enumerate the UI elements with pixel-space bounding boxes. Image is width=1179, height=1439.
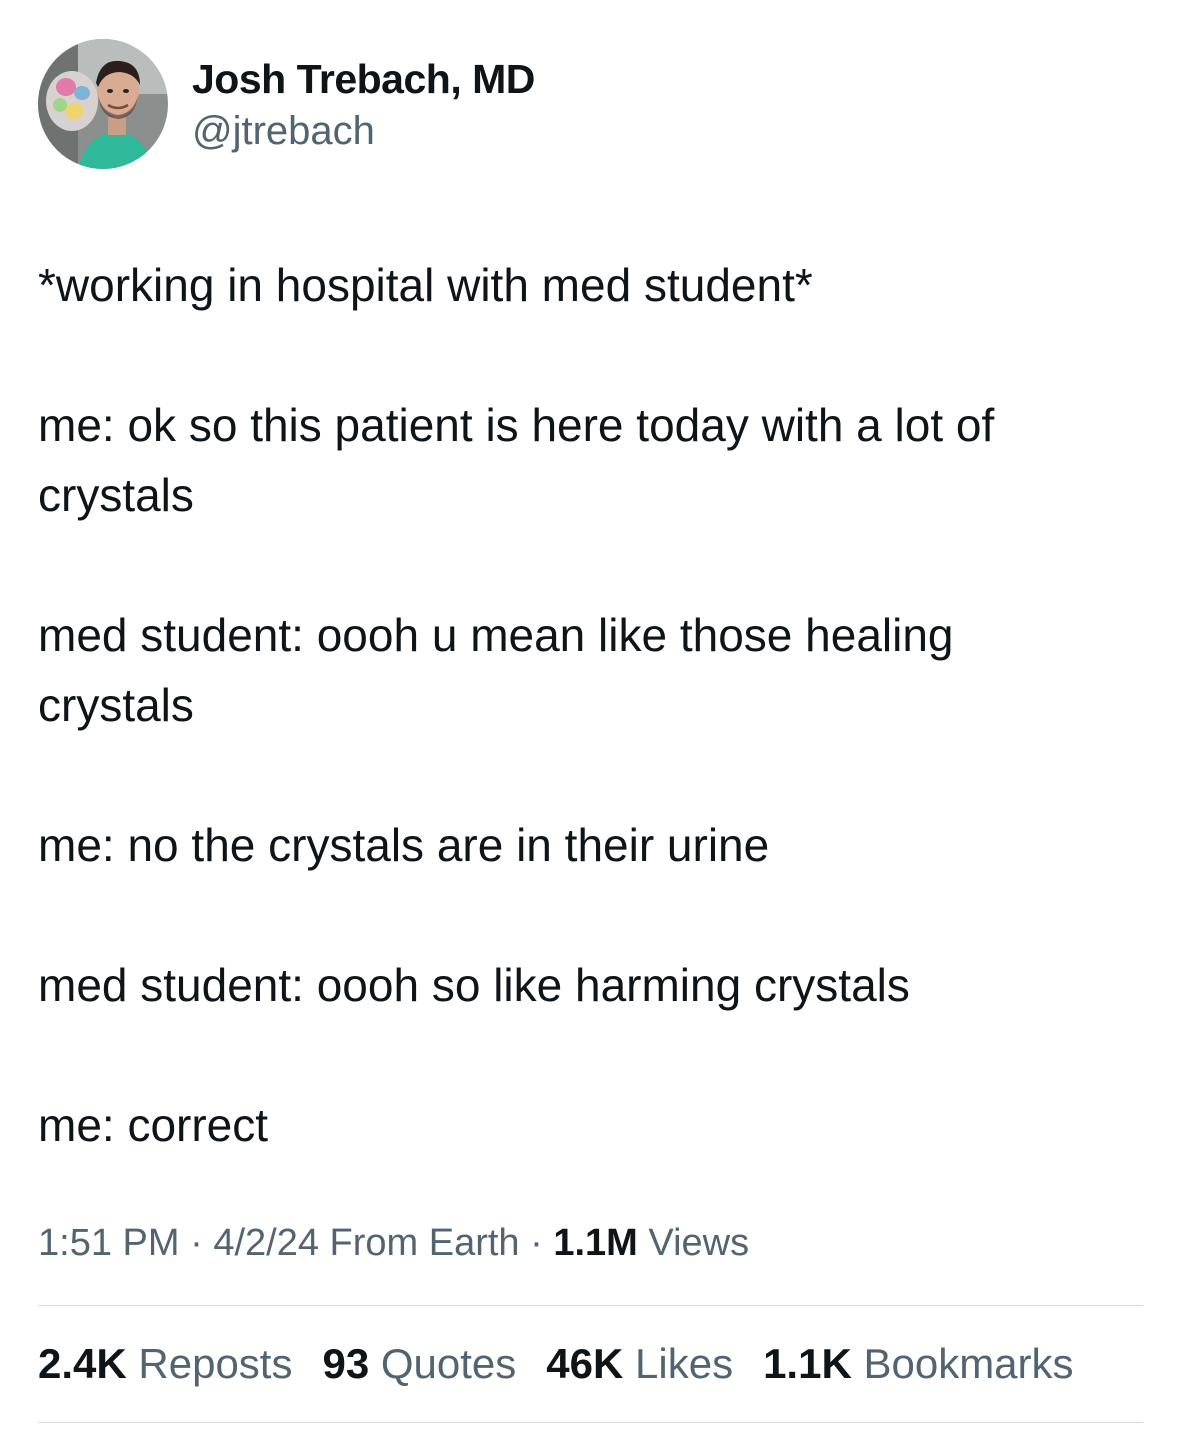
tweet-card: Josh Trebach, MD @jtrebach *working in h… — [38, 36, 1143, 1423]
tweet-time[interactable]: 1:51 PM — [38, 1222, 180, 1264]
tweet-date[interactable]: 4/2/24 — [213, 1222, 319, 1264]
tweet-meta: 1:51 PM · 4/2/24 From Earth · 1.1M Views — [38, 1218, 1143, 1268]
likes-count: 46K — [546, 1340, 624, 1387]
tweet-paragraph: me: correct — [38, 1099, 269, 1151]
views-label: Views — [648, 1222, 750, 1264]
tweet-paragraph: me: ok so this patient is here today wit… — [38, 399, 995, 521]
bookmarks-label: Bookmarks — [863, 1340, 1074, 1387]
tweet-header: Josh Trebach, MD @jtrebach — [38, 36, 1143, 172]
engagement-stats: 2.4K Reposts 93 Quotes 46K Likes 1.1K Bo… — [38, 1306, 1143, 1422]
likes-stat[interactable]: 46K Likes — [546, 1340, 733, 1388]
meta-separator: · — [530, 1222, 543, 1264]
tweet-paragraph: med student: oooh so like harming crysta… — [38, 959, 910, 1011]
reposts-count: 2.4K — [38, 1340, 127, 1387]
profile-photo-icon — [38, 39, 168, 169]
divider — [38, 1422, 1143, 1423]
reposts-label: Reposts — [138, 1340, 293, 1387]
reposts-stat[interactable]: 2.4K Reposts — [38, 1340, 292, 1388]
user-handle[interactable]: @jtrebach — [192, 106, 535, 156]
tweet-paragraph: *working in hospital with med student* — [38, 259, 813, 311]
display-name[interactable]: Josh Trebach, MD — [192, 52, 535, 106]
quotes-stat[interactable]: 93 Quotes — [322, 1340, 516, 1388]
bookmarks-stat[interactable]: 1.1K Bookmarks — [763, 1340, 1073, 1388]
avatar[interactable] — [38, 39, 168, 169]
user-info: Josh Trebach, MD @jtrebach — [192, 39, 535, 169]
views-count: 1.1M — [553, 1222, 638, 1264]
likes-label: Likes — [635, 1340, 734, 1387]
tweet-source: From Earth — [329, 1222, 520, 1264]
quotes-label: Quotes — [380, 1340, 517, 1387]
tweet-paragraph: me: no the crystals are in their urine — [38, 819, 770, 871]
meta-separator: · — [190, 1222, 203, 1264]
tweet-text: *working in hospital with med student* m… — [38, 250, 1143, 1160]
bookmarks-count: 1.1K — [763, 1340, 852, 1387]
tweet-paragraph: med student: oooh u mean like those heal… — [38, 609, 954, 731]
quotes-count: 93 — [322, 1340, 370, 1387]
